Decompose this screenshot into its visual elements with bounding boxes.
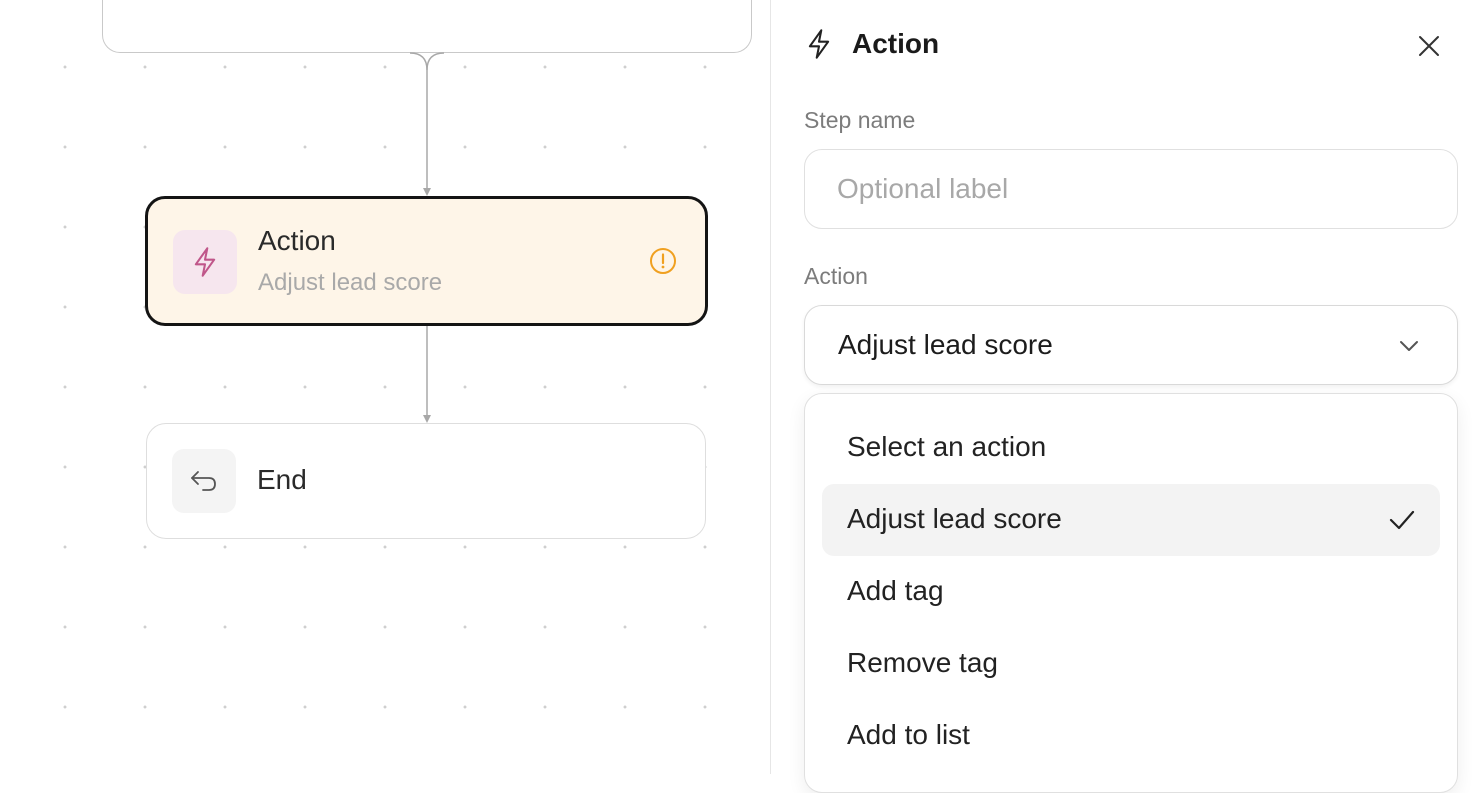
close-icon — [1419, 36, 1439, 56]
close-button[interactable] — [1411, 28, 1447, 64]
action-label: Action — [804, 263, 868, 289]
option-remove-tag[interactable]: Remove tag — [822, 628, 1440, 700]
end-node-title: End — [257, 464, 307, 495]
option-add-to-list[interactable]: Add to list — [822, 700, 1440, 772]
action-node-title: Action — [258, 225, 336, 256]
action-dropdown-menu: Select an action Adjust lead score Add t… — [804, 393, 1458, 793]
action-node[interactable]: Action Adjust lead score — [145, 196, 708, 326]
option-add-tag[interactable]: Add tag — [822, 556, 1440, 628]
chevron-down-icon — [1400, 341, 1418, 351]
return-arrow-icon — [172, 449, 236, 513]
action-node-subtitle: Adjust lead score — [258, 269, 443, 296]
step-name-input[interactable] — [804, 149, 1458, 229]
warning-icon — [649, 247, 677, 280]
lightning-icon — [173, 230, 237, 294]
action-select-value: Adjust lead score — [838, 329, 1053, 360]
option-adjust-lead-score[interactable]: Adjust lead score — [822, 484, 1440, 556]
panel-title: Action — [852, 28, 940, 59]
action-select[interactable]: Adjust lead score — [804, 305, 1458, 385]
checkmark-icon — [1389, 510, 1415, 530]
end-node[interactable]: End — [146, 423, 706, 539]
step-name-label: Step name — [804, 107, 916, 133]
lightning-icon — [805, 28, 833, 65]
action-settings-panel: Action Step name Action Adjust lead scor… — [770, 0, 1478, 793]
option-select-an-action[interactable]: Select an action — [822, 412, 1440, 484]
flow-canvas[interactable]: Action Adjust lead score End — [0, 0, 770, 774]
connector-lines — [409, 52, 445, 423]
